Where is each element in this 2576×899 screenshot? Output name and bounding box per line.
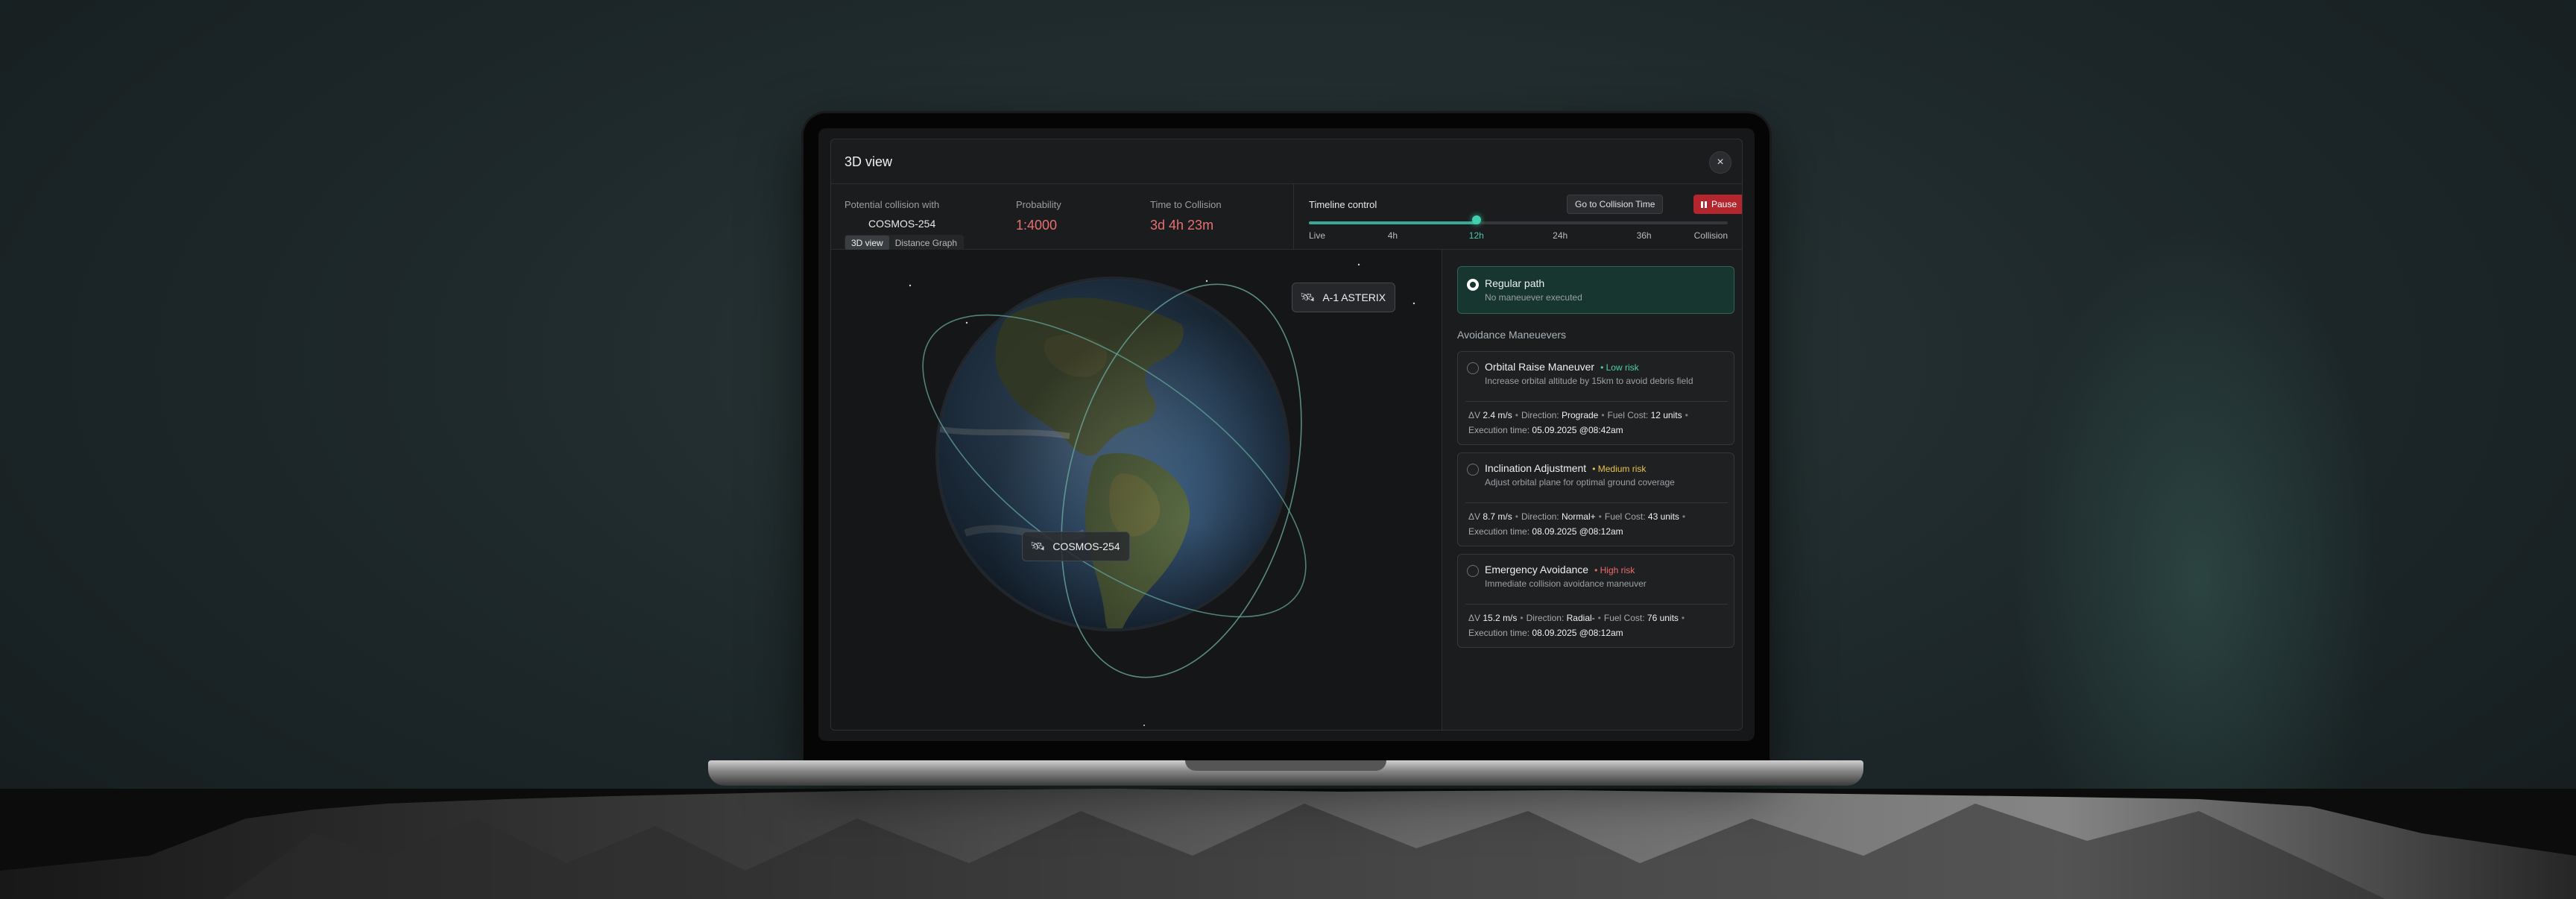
probability-value: 1:4000: [1016, 218, 1058, 233]
star: [909, 284, 912, 287]
ttc-label: Time to Collision: [1150, 199, 1222, 210]
card-divider: [1465, 604, 1728, 605]
maneuver-title: Inclination Adjustment • Medium risk: [1485, 462, 1647, 474]
collision-target: Potential collision with COSMOS-254: [845, 199, 939, 230]
maneuver-title: Emergency Avoidance • High risk: [1485, 564, 1635, 575]
timeline-ticks: Live 4h 12h 24h 36h Collision: [1309, 230, 1728, 242]
satellite-icon: 🛰: [1300, 291, 1316, 304]
collision-value: COSMOS-254: [868, 218, 936, 230]
timeline-handle[interactable]: [1471, 215, 1481, 224]
close-button[interactable]: ×: [1709, 151, 1731, 174]
maneuver-execution-time: Execution time: 08.09.2025 @08:12am: [1468, 526, 1623, 537]
modal-header: 3D view ×: [831, 139, 1742, 184]
maneuver-card-emergency-avoidance[interactable]: Emergency Avoidance • High risk Immediate…: [1457, 554, 1734, 648]
earth-globe: [935, 277, 1290, 631]
tick-12h[interactable]: 12h: [1469, 230, 1484, 241]
maneuver-description: Immediate collision avoidance maneuver: [1485, 578, 1647, 589]
timeline-progress: [1309, 221, 1477, 224]
tick-live[interactable]: Live: [1309, 230, 1325, 241]
collision-info-bar: Potential collision with COSMOS-254 3D v…: [831, 184, 1742, 251]
satellite-icon: 🛰: [1030, 540, 1046, 553]
maneuver-panel: Regular path No maneuever executed Avoid…: [1451, 250, 1742, 730]
tick-collision[interactable]: Collision: [1694, 230, 1728, 241]
close-icon: ×: [1717, 156, 1724, 168]
pause-icon: [1701, 201, 1707, 208]
moon-terrain: [0, 789, 2576, 899]
maneuver-radio[interactable]: [1467, 565, 1479, 577]
go-to-collision-button[interactable]: Go to Collision Time: [1567, 195, 1664, 214]
star: [1205, 280, 1208, 283]
satellite-name: A-1 ASTERIX: [1322, 291, 1386, 303]
star: [1412, 302, 1415, 305]
maneuver-description: Adjust orbital plane for optimal ground …: [1485, 477, 1675, 488]
globe-scene: [909, 263, 1415, 726]
maneuver-card-orbital-raise[interactable]: Orbital Raise Maneuver • Low risk Increas…: [1457, 351, 1734, 445]
maneuver-radio[interactable]: [1467, 464, 1479, 476]
star: [1357, 263, 1360, 266]
background-glow: [2012, 224, 2385, 820]
risk-badge: • High risk: [1594, 565, 1635, 575]
maneuver-metrics: ΔV 15.2 m/s • Direction: Radial- • Fuel Cost…: [1468, 613, 1685, 623]
card-divider: [1465, 401, 1728, 402]
maneuver-card-inclination-adjustment[interactable]: Inclination Adjustment • Medium risk Adju…: [1457, 452, 1734, 546]
regular-path-subtitle: No maneuever executed: [1485, 292, 1582, 303]
collision-label: Potential collision with: [845, 199, 940, 210]
timeline-track[interactable]: [1309, 215, 1728, 224]
regular-path-option[interactable]: Regular path No maneuever executed: [1457, 266, 1734, 314]
time-to-collision: Time to Collision 3d 4h 23m: [1150, 199, 1222, 233]
satellite-name: COSMOS-254: [1052, 540, 1120, 552]
tick-4h[interactable]: 4h: [1388, 230, 1398, 241]
probability-label: Probability: [1016, 199, 1061, 210]
star: [965, 321, 968, 324]
maneuver-metrics: ΔV 8.7 m/s • Direction: Normal+ • Fuel Cost:…: [1468, 511, 1686, 522]
card-divider: [1465, 502, 1728, 503]
tab-3d-view[interactable]: 3D view: [845, 236, 889, 250]
satellite-label-a1-asterix[interactable]: 🛰 A-1 ASTERIX: [1292, 283, 1396, 312]
maneuver-radio[interactable]: [1467, 362, 1479, 374]
satellite-label-cosmos-254[interactable]: 🛰 COSMOS-254: [1022, 531, 1130, 561]
risk-badge: • Medium risk: [1592, 464, 1647, 474]
maneuver-execution-time: Execution time: 05.09.2025 @08:42am: [1468, 425, 1623, 435]
star: [1143, 725, 1145, 726]
maneuver-description: Increase orbital altitude by 15km to avo…: [1485, 376, 1693, 386]
tab-distance-graph[interactable]: Distance Graph: [889, 236, 963, 250]
3d-globe-view[interactable]: 🛰 A-1 ASTERIX 🛰 COSMOS-254: [831, 250, 1442, 730]
regular-path-title: Regular path: [1485, 277, 1545, 289]
risk-badge: • Low risk: [1600, 362, 1639, 373]
maneuver-metrics: ΔV 2.4 m/s • Direction: Prograde • Fuel Cost…: [1468, 410, 1688, 420]
maneuver-execution-time: Execution time: 08.09.2025 @08:12am: [1468, 628, 1623, 638]
view-tabs: 3D view Distance Graph: [845, 235, 965, 251]
timeline-control: Timeline control Go to Collision Time Pa…: [1293, 184, 1742, 250]
probability: Probability 1:4000: [1016, 199, 1061, 233]
avoidance-section-title: Avoidance Maneuevers: [1457, 329, 1567, 341]
pause-button[interactable]: Pause: [1693, 195, 1742, 214]
ttc-value: 3d 4h 23m: [1150, 218, 1214, 233]
3d-view-modal: 3D view × Potential collision with COSMO…: [830, 139, 1743, 731]
laptop-notch: [1185, 760, 1386, 771]
maneuver-title: Orbital Raise Maneuver • Low risk: [1485, 361, 1639, 373]
regular-path-radio[interactable]: [1467, 279, 1479, 291]
timeline-label: Timeline control: [1309, 199, 1377, 210]
tick-24h[interactable]: 24h: [1553, 230, 1568, 241]
pause-label: Pause: [1711, 199, 1737, 209]
laptop-screen: 3D view × Potential collision with COSMO…: [818, 128, 1755, 741]
modal-title: 3D view: [845, 154, 893, 169]
tick-36h[interactable]: 36h: [1637, 230, 1652, 241]
